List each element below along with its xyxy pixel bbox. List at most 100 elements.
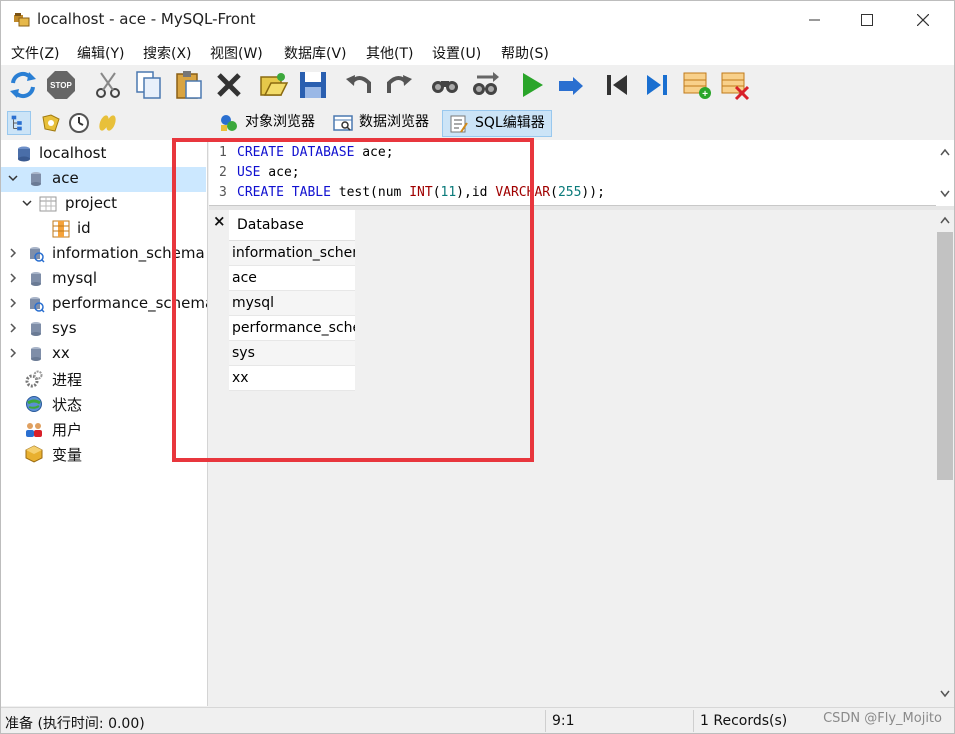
replace-icon[interactable] (469, 69, 501, 101)
database-icon (31, 272, 41, 286)
status-icon (26, 396, 42, 412)
tab-sql-editor-label: SQL编辑器 (475, 115, 545, 131)
tree-item-label: project (65, 194, 118, 212)
minimize-button[interactable] (792, 1, 838, 39)
run-step-icon[interactable] (555, 69, 587, 101)
database-icon (31, 172, 41, 186)
tab-object-browser[interactable]: 对象浏览器 (213, 110, 321, 137)
tree-item-label: 变量 (52, 446, 83, 464)
tab-object-browser-label: 对象浏览器 (245, 114, 315, 130)
first-icon[interactable] (601, 69, 633, 101)
menu-bar: 文件(Z) 编辑(Y) 搜索(X) 视图(W) 数据库(V) 其他(T) 设置(… (1, 39, 954, 65)
tree-view-icon[interactable] (7, 111, 31, 135)
sql-files-icon[interactable] (95, 111, 119, 135)
history-icon[interactable] (67, 111, 91, 135)
stop-icon[interactable]: STOP (45, 69, 77, 101)
menu-help[interactable]: 帮助(S) (501, 43, 549, 63)
favorites-icon[interactable] (39, 111, 63, 135)
tree-item-label: 状态 (52, 396, 83, 414)
system-database-icon (30, 247, 45, 263)
chevron-right-icon[interactable] (7, 247, 19, 259)
menu-database[interactable]: 数据库(V) (284, 43, 347, 63)
variables-icon (25, 445, 43, 463)
tree-item-label: mysql (52, 269, 97, 287)
system-database-icon (30, 297, 45, 313)
maximize-button[interactable] (844, 1, 890, 39)
chevron-down-icon[interactable] (7, 172, 19, 184)
maximize-icon (861, 14, 873, 26)
watermark: CSDN @Fly_Mojito (823, 711, 942, 726)
delete-row-icon[interactable] (719, 69, 751, 101)
chevron-right-icon[interactable] (7, 272, 19, 284)
field-icon (52, 220, 70, 238)
status-ready: 准备 (执行时间: 0.00) (5, 716, 145, 732)
undo-icon[interactable] (343, 69, 375, 101)
menu-edit[interactable]: 编辑(Y) (77, 43, 124, 63)
scroll-up-icon[interactable] (940, 148, 950, 156)
records-count: 1 Records(s) (700, 713, 788, 729)
svg-text:STOP: STOP (50, 81, 72, 90)
chevron-down-icon[interactable] (21, 197, 33, 209)
scroll-thumb[interactable] (937, 232, 953, 480)
main-toolbar: STOP + (1, 65, 954, 105)
window-title: localhost - ace - MySQL-Front (37, 10, 256, 28)
chevron-right-icon[interactable] (7, 347, 19, 359)
sql-number: 255 (557, 185, 582, 200)
status-separator (545, 710, 546, 732)
annotation-highlight-box (172, 138, 534, 462)
tree-item-label: 用户 (52, 421, 83, 439)
scroll-down-icon[interactable] (940, 690, 950, 698)
menu-settings[interactable]: 设置(U) (432, 43, 481, 63)
tree-item-label: 进程 (52, 371, 83, 389)
scroll-up-icon[interactable] (940, 216, 950, 224)
menu-file[interactable]: 文件(Z) (11, 43, 60, 63)
sql-text: )); (581, 185, 605, 200)
find-icon[interactable] (429, 69, 461, 101)
delete-icon[interactable] (213, 69, 245, 101)
svg-text:+: + (702, 89, 708, 100)
status-bar: 准备 (执行时间: 0.00) 9:1 1 Records(s) CSDN @F… (1, 707, 954, 733)
editor-scrollbar[interactable] (936, 140, 954, 206)
tree-item-label: id (77, 219, 91, 237)
cursor-position: 9:1 (552, 713, 575, 729)
table-icon (39, 196, 57, 212)
cut-icon[interactable] (93, 69, 125, 101)
close-window-button[interactable] (900, 1, 946, 39)
menu-search[interactable]: 搜索(X) (143, 43, 192, 63)
tab-data-browser[interactable]: 数据浏览器 (327, 110, 435, 137)
object-browser-icon (221, 115, 237, 131)
sql-editor-icon (450, 115, 468, 133)
open-icon[interactable] (257, 69, 289, 101)
users-icon (26, 423, 42, 437)
insert-row-icon[interactable]: + (681, 69, 713, 101)
paste-icon[interactable] (173, 69, 205, 101)
database-icon (31, 347, 41, 361)
run-icon[interactable] (515, 69, 547, 101)
tab-sql-editor[interactable]: SQL编辑器 (442, 110, 552, 137)
app-logo-icon (14, 13, 30, 27)
sql-text: ( (550, 185, 558, 200)
data-browser-icon (333, 115, 353, 131)
server-icon (18, 146, 30, 162)
status-separator (693, 710, 694, 732)
minimize-icon (809, 19, 820, 21)
last-icon[interactable] (641, 69, 673, 101)
refresh-icon[interactable] (7, 69, 39, 101)
results-scrollbar[interactable] (936, 210, 954, 706)
menu-view[interactable]: 视图(W) (210, 43, 263, 63)
processes-icon (25, 370, 43, 388)
scroll-down-icon[interactable] (940, 190, 950, 198)
redo-icon[interactable] (383, 69, 415, 101)
tree-item-label: ace (52, 169, 79, 187)
menu-other[interactable]: 其他(T) (366, 43, 413, 63)
chevron-right-icon[interactable] (7, 322, 19, 334)
view-toolbar: 对象浏览器 数据浏览器 SQL编辑器 (1, 105, 954, 139)
tab-data-browser-label: 数据浏览器 (359, 114, 429, 130)
tree-item-label: xx (52, 344, 70, 362)
app-window: localhost - ace - MySQL-Front 文件(Z) 编辑(Y… (0, 0, 955, 734)
close-icon (917, 14, 929, 26)
save-icon[interactable] (297, 69, 329, 101)
database-icon (31, 322, 41, 336)
copy-icon[interactable] (133, 69, 165, 101)
chevron-right-icon[interactable] (7, 297, 19, 309)
